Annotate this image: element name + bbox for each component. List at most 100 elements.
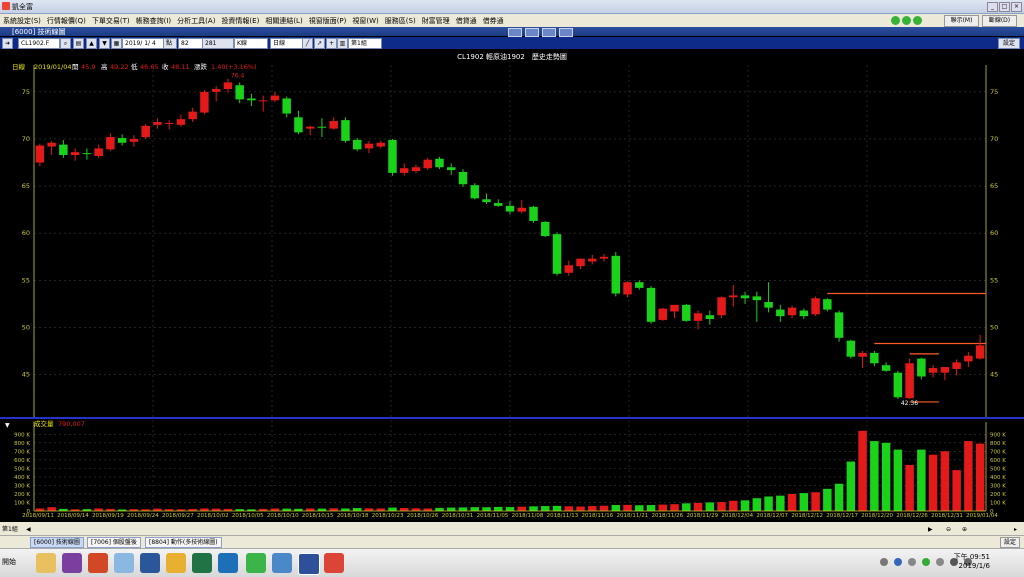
volume-bar: [740, 500, 750, 511]
paint-icon[interactable]: [114, 553, 134, 573]
symbol-input[interactable]: CL1902.F: [18, 38, 60, 49]
volume-bar: [658, 504, 668, 511]
search-icon[interactable]: ⌕: [60, 38, 71, 49]
settings-grid-icon[interactable]: ▥: [337, 38, 348, 49]
scroll-end-icon[interactable]: ▸: [1014, 526, 1017, 533]
candle-body: [635, 282, 644, 288]
candle-body: [470, 185, 479, 199]
excel-icon[interactable]: [192, 553, 212, 573]
kline-select[interactable]: K線: [234, 38, 268, 49]
window-mode-icon[interactable]: [559, 28, 573, 37]
folder-icon[interactable]: [36, 553, 56, 573]
arrow-up-icon[interactable]: ▲: [86, 38, 97, 49]
menu-window[interactable]: 視窗(W): [349, 14, 381, 28]
start-button[interactable]: 開始: [2, 555, 28, 569]
candle-body: [611, 255, 621, 294]
disconnect-button[interactable]: 斷線(D): [982, 15, 1017, 27]
volume-tick-label: 400 K: [990, 475, 1006, 481]
maximize-button[interactable]: □: [999, 2, 1010, 12]
volume-bar: [693, 502, 703, 511]
tray-icon[interactable]: [880, 558, 888, 566]
count-input[interactable]: 82: [178, 38, 204, 49]
volume-tick-label: 500 K: [14, 466, 30, 472]
menu-system[interactable]: 系統設定(S): [0, 14, 44, 28]
menu-analysis[interactable]: 分析工具(A): [174, 14, 218, 28]
tray-icon[interactable]: [922, 558, 930, 566]
volume-bar: [411, 508, 421, 511]
volume-collapse-icon[interactable]: ▼: [5, 422, 10, 429]
menu-info[interactable]: 投資情報(E): [218, 14, 262, 28]
date-input[interactable]: 2019/ 1/ 4: [122, 38, 164, 49]
arrow-icon[interactable]: ➜: [2, 38, 13, 49]
volume-bar: [670, 504, 679, 511]
scroll-left-icon[interactable]: ◀: [26, 526, 31, 533]
candle-body: [435, 158, 444, 168]
network-icon[interactable]: [936, 558, 944, 566]
toolbar-settings-button[interactable]: 設定: [997, 38, 1020, 49]
candle-body: [47, 142, 56, 147]
candle-body: [858, 352, 867, 357]
candle-body: [740, 295, 750, 299]
tabs-settings-button[interactable]: 設定: [999, 537, 1020, 548]
scroll-bar[interactable]: [0, 522, 1024, 535]
trading-app-icon[interactable]: [298, 553, 320, 575]
menu-account[interactable]: 帳務查詢(I): [133, 14, 175, 28]
menu-layout[interactable]: 視窗版面(P): [306, 14, 350, 28]
line-icon[interactable]: [246, 553, 266, 573]
window-mode-icon[interactable]: [525, 28, 539, 37]
candle-body: [399, 168, 409, 173]
wave-icon[interactable]: [272, 553, 292, 573]
onenote-icon[interactable]: [62, 553, 82, 573]
writer-icon[interactable]: [218, 553, 238, 573]
draw-line-icon[interactable]: ╱: [302, 38, 313, 49]
menu-icon[interactable]: ▤: [73, 38, 84, 49]
chrome-icon[interactable]: [166, 553, 186, 573]
candle-body: [70, 152, 80, 155]
volume-bar: [435, 507, 444, 511]
menu-service[interactable]: 服務區(S): [382, 14, 419, 28]
menu-links[interactable]: 相關連結(L): [262, 14, 305, 28]
candle-body: [952, 362, 961, 369]
volume-bar: [834, 483, 844, 511]
scroll-right-icon[interactable]: ▶: [928, 526, 933, 533]
menu-quotes[interactable]: 行情報價(Q): [44, 14, 89, 28]
clock[interactable]: 下午 09:51 2019/1/6: [954, 553, 990, 571]
tab-kline[interactable]: [6000] 技術線圖: [30, 537, 84, 548]
tray-icon[interactable]: [908, 558, 916, 566]
candle-body: [294, 117, 303, 133]
minimize-button[interactable]: _: [987, 2, 998, 12]
calendar-icon[interactable]: ▦: [111, 38, 122, 49]
close-button[interactable]: ×: [1011, 2, 1022, 12]
volume-bar: [787, 493, 797, 511]
word-icon[interactable]: [140, 553, 160, 573]
x-tick-label: 2018/10/10: [267, 513, 299, 519]
menu-wealth[interactable]: 財富管理: [419, 14, 453, 28]
chrome2-icon[interactable]: [324, 553, 344, 573]
zoom-in-icon[interactable]: ⊕: [962, 526, 967, 533]
crosshair-icon[interactable]: +: [326, 38, 337, 49]
arrow-down-icon[interactable]: ▼: [99, 38, 110, 49]
tab-after-hours[interactable]: [7006] 個股盤後: [87, 537, 141, 548]
candle-body: [117, 138, 127, 143]
volume-bar: [729, 500, 738, 511]
period-select[interactable]: 日線: [270, 38, 304, 49]
tab-multi-kline[interactable]: [8804] 動作(多技術線圖): [145, 537, 222, 548]
zoom-out-icon[interactable]: ⊖: [946, 526, 951, 533]
menu-bar: 系統設定(S) 行情報價(Q) 下單交易(T) 帳務查詢(I) 分析工具(A) 投資情報(…: [0, 14, 1024, 28]
x-tick-label: 2018/12/12: [791, 513, 823, 519]
volume-tick-label: 700 K: [990, 449, 1006, 455]
page-select[interactable]: 第1組: [348, 38, 382, 49]
powerpoint-icon[interactable]: [88, 553, 108, 573]
menu-lending[interactable]: 借貸通: [453, 14, 480, 28]
connect-button[interactable]: 聯示(M): [944, 15, 979, 27]
menu-trade[interactable]: 下單交易(T): [89, 14, 133, 28]
candle-body: [928, 367, 938, 373]
draw-trend-icon[interactable]: ↗: [314, 38, 325, 49]
x-tick-label: 2018/12/31: [931, 513, 963, 519]
menu-borrow[interactable]: 借券通: [480, 14, 507, 28]
volume-bar: [458, 507, 468, 511]
help-icon[interactable]: [894, 558, 902, 566]
window-mode-icon[interactable]: [542, 28, 556, 37]
window-mode-icon[interactable]: [508, 28, 522, 37]
taskbar: 開始 下午 09:51 2019/1/6: [0, 548, 1024, 577]
